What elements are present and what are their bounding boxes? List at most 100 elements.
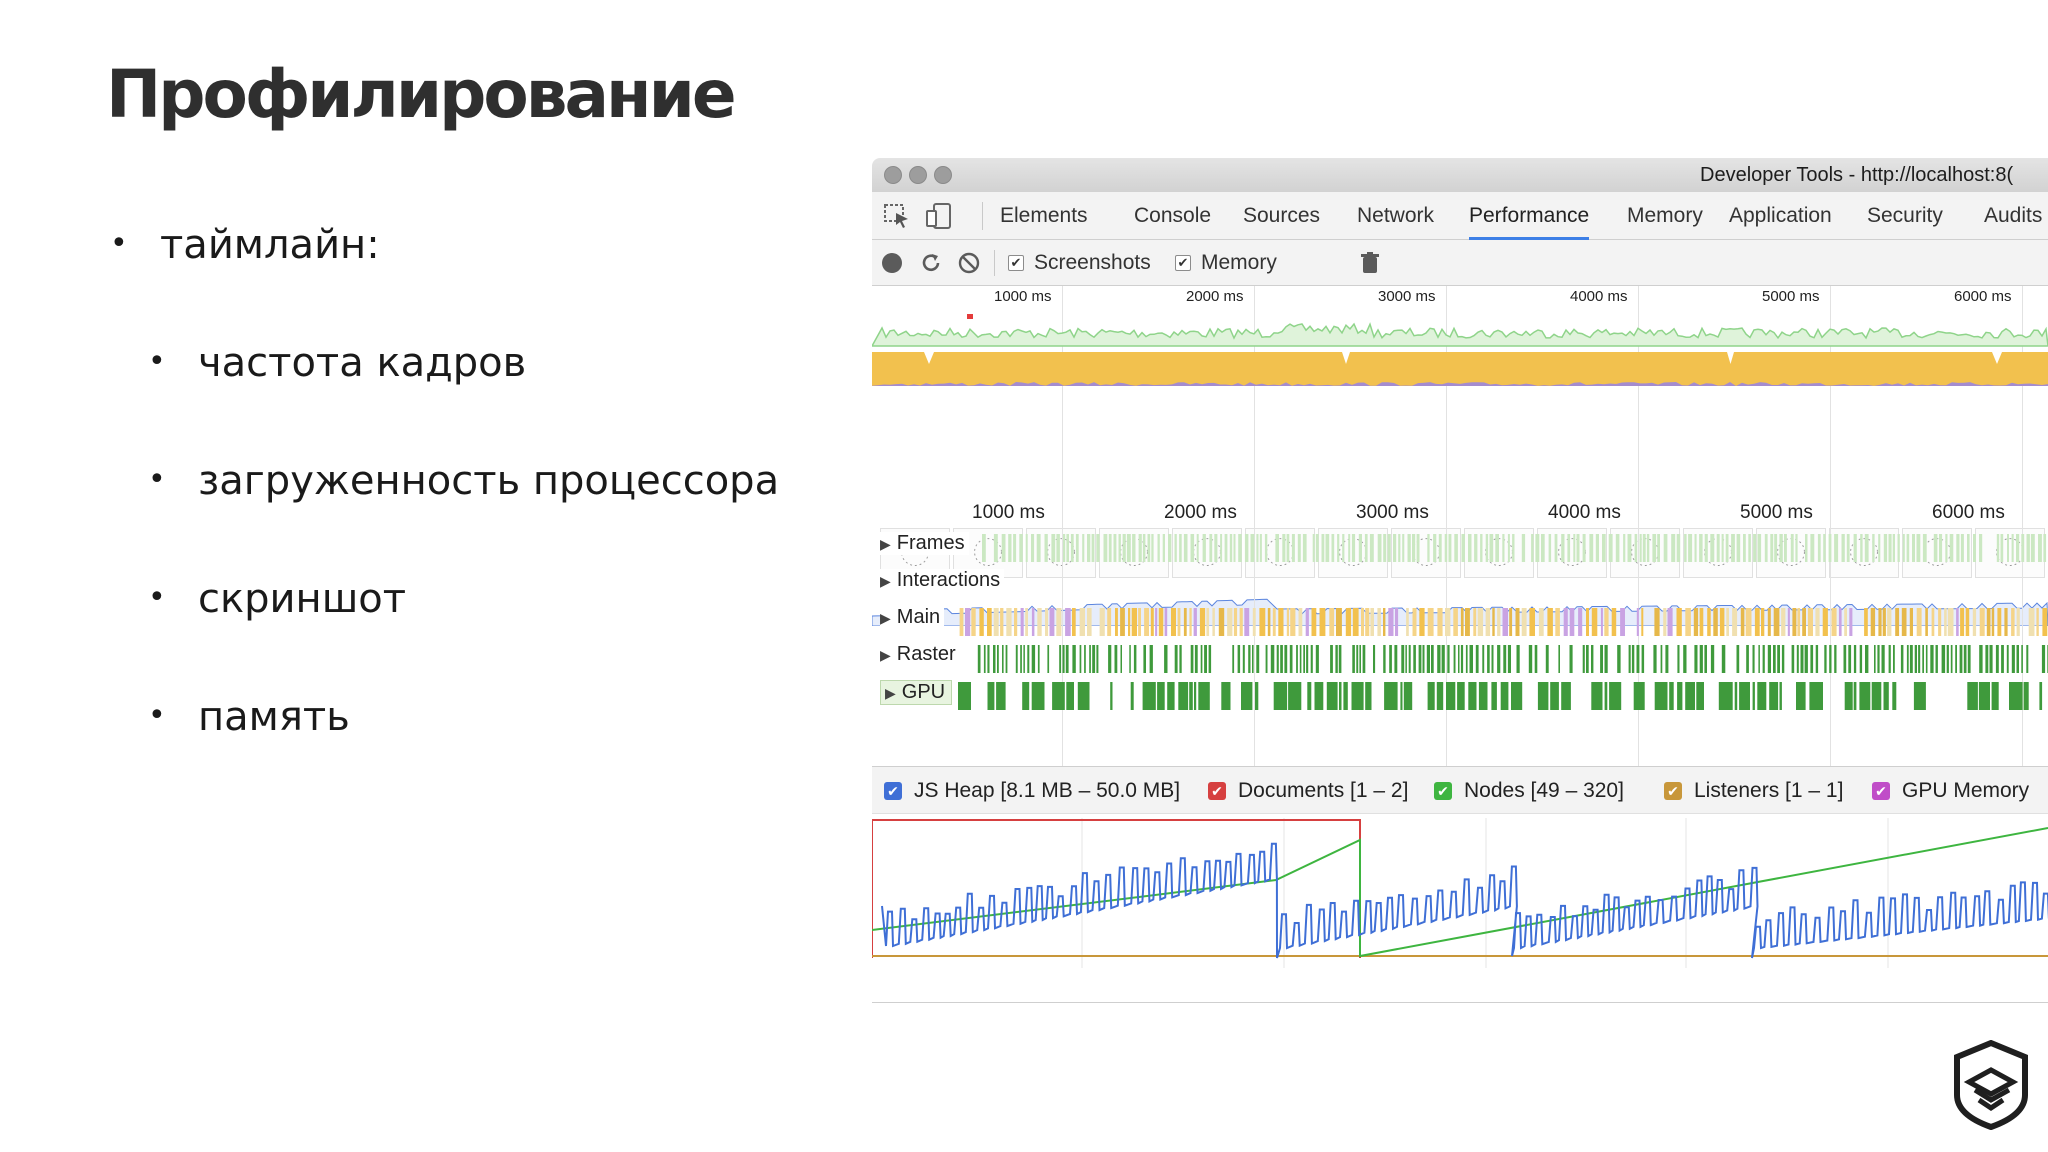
main-tick-label: 5000 ms <box>1740 502 1813 523</box>
expand-arrow-icon: ▶ <box>880 536 891 552</box>
track-bar <box>1427 534 1430 562</box>
track-bar <box>1802 608 1806 636</box>
legend-checkbox-icon[interactable]: ✔ <box>1872 782 1890 800</box>
track-frames[interactable]: ▶ Frames <box>872 530 2048 566</box>
track-bar <box>1707 608 1711 636</box>
minimize-window-button[interactable] <box>909 166 927 184</box>
memory-legend-item[interactable]: ✔ GPU Memory <box>1872 779 2029 803</box>
track-gpu-label[interactable]: ▶ GPU <box>880 680 953 705</box>
track-raster-label[interactable]: ▶ Raster <box>880 643 960 666</box>
record-icon[interactable] <box>880 251 904 275</box>
track-bar <box>1653 645 1657 673</box>
memory-checkbox[interactable]: ✔ Memory <box>1175 251 1277 275</box>
track-bar <box>1602 534 1606 562</box>
track-bar <box>1019 534 1023 562</box>
bullet-text: память <box>198 694 350 740</box>
track-main-label[interactable]: ▶ Main <box>880 606 945 629</box>
track-bar <box>1752 682 1755 710</box>
track-bar <box>1485 608 1491 636</box>
track-bar <box>1576 534 1580 562</box>
track-bar <box>1107 608 1112 636</box>
track-bar <box>1989 645 1993 673</box>
track-bar <box>1214 534 1218 562</box>
memory-legend-item[interactable]: ✔ Listeners [1 – 1] <box>1664 779 1843 803</box>
clear-icon[interactable] <box>957 251 981 275</box>
track-bar <box>1831 608 1837 636</box>
track-bar <box>1326 682 1338 710</box>
track-bar <box>1113 534 1117 562</box>
close-window-button[interactable] <box>884 166 902 184</box>
track-bar <box>1460 645 1464 673</box>
track-interactions[interactable]: ▶ Interactions <box>872 567 2048 603</box>
track-bar <box>1126 534 1131 562</box>
track-bar <box>1534 645 1538 673</box>
track-bar <box>1529 608 1535 636</box>
track-bar <box>993 645 996 673</box>
track-bar <box>1369 534 1374 562</box>
track-bar <box>1239 608 1243 636</box>
track-bar <box>1393 534 1397 562</box>
track-main[interactable]: ▶ Main <box>872 604 2048 640</box>
track-bar <box>1296 645 1298 673</box>
track-bar <box>1591 608 1598 636</box>
tab-elements[interactable]: Elements <box>1000 204 1088 240</box>
track-bar <box>1944 608 1947 636</box>
track-bar <box>1383 608 1386 636</box>
track-bar <box>1938 608 1942 636</box>
tab-memory[interactable]: Memory <box>1627 204 1703 240</box>
track-bar <box>1202 534 1206 562</box>
track-bar <box>1468 534 1472 562</box>
tab-console[interactable]: Console <box>1134 204 1211 240</box>
legend-checkbox-icon[interactable]: ✔ <box>884 782 902 800</box>
device-toolbar-icon[interactable] <box>924 202 954 230</box>
reload-icon[interactable] <box>919 251 943 275</box>
legend-checkbox-icon[interactable]: ✔ <box>1208 782 1226 800</box>
tab-security[interactable]: Security <box>1867 204 1943 240</box>
track-bar <box>1204 645 1207 673</box>
inspect-element-icon[interactable] <box>882 202 912 230</box>
track-bar <box>1168 534 1172 562</box>
track-bar <box>1516 645 1520 673</box>
track-bar <box>1120 608 1125 636</box>
track-bar <box>1212 608 1215 636</box>
bullet-dot: • <box>110 226 128 261</box>
legend-checkbox-icon[interactable]: ✔ <box>1664 782 1682 800</box>
screenshots-checkbox[interactable]: ✔ Screenshots <box>1008 251 1151 275</box>
memory-legend-item[interactable]: ✔ Nodes [49 – 320] <box>1434 779 1624 803</box>
track-bar <box>1972 608 1977 636</box>
track-bar <box>1615 534 1620 562</box>
track-bar <box>1902 534 1905 562</box>
track-bar <box>1189 608 1192 636</box>
tab-application[interactable]: Application <box>1729 204 1832 240</box>
memory-counters-chart[interactable] <box>872 818 2048 968</box>
track-frames-label[interactable]: ▶ Frames <box>880 532 969 555</box>
memory-legend-item[interactable]: ✔ Documents [1 – 2] <box>1208 779 1408 803</box>
track-gpu[interactable]: ▶ GPU <box>872 678 2048 714</box>
overview-tick-label: 4000 ms <box>1570 288 1628 305</box>
tab-network[interactable]: Network <box>1357 204 1434 240</box>
track-bar <box>2016 645 2019 673</box>
track-bar <box>1893 645 1895 673</box>
flame-tracks[interactable]: 1000 ms 2000 ms 3000 ms 4000 ms 5000 ms 6000 … <box>872 500 2048 770</box>
track-bar <box>1639 534 1642 562</box>
track-bar <box>1909 608 1913 636</box>
trash-icon[interactable] <box>1358 251 1382 275</box>
track-bar <box>1804 645 1808 673</box>
legend-checkbox-icon[interactable]: ✔ <box>1434 782 1452 800</box>
track-bar <box>1665 645 1669 673</box>
zoom-window-button[interactable] <box>934 166 952 184</box>
track-bar <box>1874 645 1876 673</box>
memory-legend-item[interactable]: ✔ JS Heap [8.1 MB – 50.0 MB] <box>884 779 1180 803</box>
track-bar <box>1779 534 1783 562</box>
tab-audits[interactable]: Audits <box>1984 204 2042 240</box>
tab-sources[interactable]: Sources <box>1243 204 1320 240</box>
track-raster[interactable]: ▶ Raster <box>872 641 2048 677</box>
track-bar <box>1550 682 1559 710</box>
track-bar <box>1732 608 1738 636</box>
track-bar <box>1389 645 1392 673</box>
track-interactions-label[interactable]: ▶ Interactions <box>880 569 1005 592</box>
track-bar <box>1743 534 1746 562</box>
overview-tick-label: 5000 ms <box>1762 288 1820 305</box>
track-bar <box>2011 608 2015 636</box>
tab-performance[interactable]: Performance <box>1469 204 1590 240</box>
